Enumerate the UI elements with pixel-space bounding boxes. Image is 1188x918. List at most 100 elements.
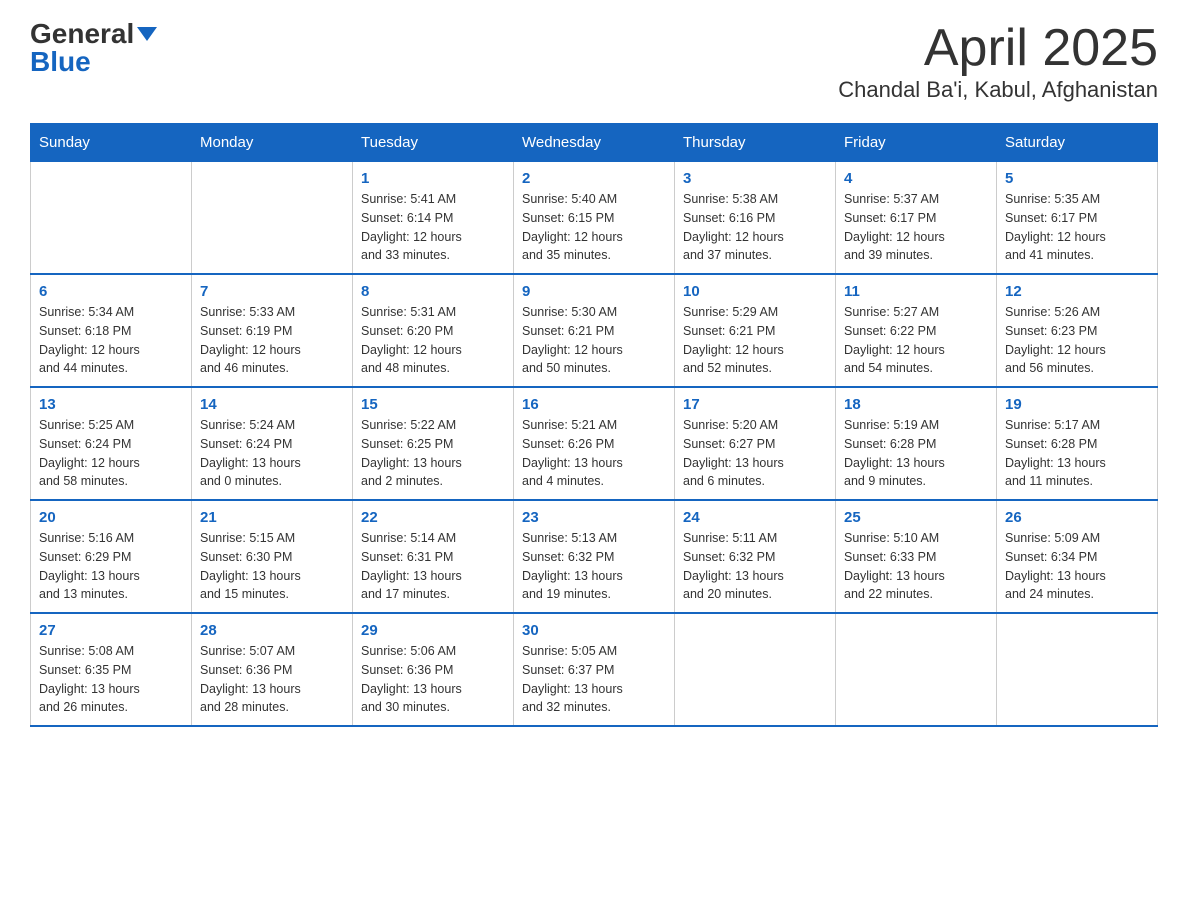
calendar-week-row: 6 Sunrise: 5:34 AM Sunset: 6:18 PM Daylig… xyxy=(31,274,1158,387)
calendar-week-row: 13 Sunrise: 5:25 AM Sunset: 6:24 PM Dayli… xyxy=(31,387,1158,500)
day-number: 20 xyxy=(39,509,183,526)
day-info: Sunrise: 5:05 AM Sunset: 6:37 PM Dayligh… xyxy=(522,642,666,717)
calendar-cell xyxy=(997,613,1158,726)
calendar-cell xyxy=(675,613,836,726)
calendar-cell: 6 Sunrise: 5:34 AM Sunset: 6:18 PM Daylig… xyxy=(31,274,192,387)
page-subtitle: Chandal Ba'i, Kabul, Afghanistan xyxy=(838,77,1158,103)
day-info: Sunrise: 5:41 AM Sunset: 6:14 PM Dayligh… xyxy=(361,190,505,265)
day-info: Sunrise: 5:17 AM Sunset: 6:28 PM Dayligh… xyxy=(1005,416,1149,491)
day-info: Sunrise: 5:30 AM Sunset: 6:21 PM Dayligh… xyxy=(522,303,666,378)
day-info: Sunrise: 5:38 AM Sunset: 6:16 PM Dayligh… xyxy=(683,190,827,265)
calendar-cell: 27 Sunrise: 5:08 AM Sunset: 6:35 PM Dayli… xyxy=(31,613,192,726)
calendar-cell: 20 Sunrise: 5:16 AM Sunset: 6:29 PM Dayli… xyxy=(31,500,192,613)
calendar-cell: 10 Sunrise: 5:29 AM Sunset: 6:21 PM Dayli… xyxy=(675,274,836,387)
day-number: 13 xyxy=(39,396,183,413)
calendar-cell xyxy=(836,613,997,726)
day-number: 24 xyxy=(683,509,827,526)
weekday-header-thursday: Thursday xyxy=(675,124,836,162)
day-number: 10 xyxy=(683,283,827,300)
day-info: Sunrise: 5:08 AM Sunset: 6:35 PM Dayligh… xyxy=(39,642,183,717)
calendar-cell: 26 Sunrise: 5:09 AM Sunset: 6:34 PM Dayli… xyxy=(997,500,1158,613)
day-info: Sunrise: 5:22 AM Sunset: 6:25 PM Dayligh… xyxy=(361,416,505,491)
day-number: 9 xyxy=(522,283,666,300)
day-info: Sunrise: 5:07 AM Sunset: 6:36 PM Dayligh… xyxy=(200,642,344,717)
day-number: 17 xyxy=(683,396,827,413)
page-title: April 2025 xyxy=(838,20,1158,77)
logo: General Blue xyxy=(30,20,157,76)
day-info: Sunrise: 5:14 AM Sunset: 6:31 PM Dayligh… xyxy=(361,529,505,604)
calendar-cell: 29 Sunrise: 5:06 AM Sunset: 6:36 PM Dayli… xyxy=(353,613,514,726)
day-number: 14 xyxy=(200,396,344,413)
weekday-header-sunday: Sunday xyxy=(31,124,192,162)
day-info: Sunrise: 5:29 AM Sunset: 6:21 PM Dayligh… xyxy=(683,303,827,378)
day-info: Sunrise: 5:20 AM Sunset: 6:27 PM Dayligh… xyxy=(683,416,827,491)
day-number: 19 xyxy=(1005,396,1149,413)
day-info: Sunrise: 5:21 AM Sunset: 6:26 PM Dayligh… xyxy=(522,416,666,491)
calendar-cell: 13 Sunrise: 5:25 AM Sunset: 6:24 PM Dayli… xyxy=(31,387,192,500)
calendar-header-row: SundayMondayTuesdayWednesdayThursdayFrid… xyxy=(31,124,1158,162)
weekday-header-wednesday: Wednesday xyxy=(514,124,675,162)
day-info: Sunrise: 5:10 AM Sunset: 6:33 PM Dayligh… xyxy=(844,529,988,604)
calendar-cell: 1 Sunrise: 5:41 AM Sunset: 6:14 PM Daylig… xyxy=(353,162,514,275)
day-number: 3 xyxy=(683,170,827,187)
day-number: 26 xyxy=(1005,509,1149,526)
day-info: Sunrise: 5:06 AM Sunset: 6:36 PM Dayligh… xyxy=(361,642,505,717)
weekday-header-saturday: Saturday xyxy=(997,124,1158,162)
calendar-cell: 21 Sunrise: 5:15 AM Sunset: 6:30 PM Dayli… xyxy=(192,500,353,613)
day-info: Sunrise: 5:31 AM Sunset: 6:20 PM Dayligh… xyxy=(361,303,505,378)
calendar-week-row: 27 Sunrise: 5:08 AM Sunset: 6:35 PM Dayli… xyxy=(31,613,1158,726)
calendar-cell: 3 Sunrise: 5:38 AM Sunset: 6:16 PM Daylig… xyxy=(675,162,836,275)
calendar-cell: 17 Sunrise: 5:20 AM Sunset: 6:27 PM Dayli… xyxy=(675,387,836,500)
day-number: 27 xyxy=(39,622,183,639)
calendar-cell: 16Sunrise: 5:21 AM Sunset: 6:26 PM Dayli… xyxy=(514,387,675,500)
calendar-cell xyxy=(31,162,192,275)
calendar-cell: 7Sunrise: 5:33 AM Sunset: 6:19 PM Daylig… xyxy=(192,274,353,387)
day-number: 30 xyxy=(522,622,666,639)
day-number: 23 xyxy=(522,509,666,526)
calendar-cell: 11Sunrise: 5:27 AM Sunset: 6:22 PM Dayli… xyxy=(836,274,997,387)
title-area: April 2025 Chandal Ba'i, Kabul, Afghanis… xyxy=(838,20,1158,103)
day-number: 25 xyxy=(844,509,988,526)
calendar-cell xyxy=(192,162,353,275)
logo-general: General xyxy=(30,20,134,48)
day-info: Sunrise: 5:40 AM Sunset: 6:15 PM Dayligh… xyxy=(522,190,666,265)
day-number: 11 xyxy=(844,283,988,300)
day-info: Sunrise: 5:09 AM Sunset: 6:34 PM Dayligh… xyxy=(1005,529,1149,604)
calendar-cell: 24Sunrise: 5:11 AM Sunset: 6:32 PM Dayli… xyxy=(675,500,836,613)
day-number: 5 xyxy=(1005,170,1149,187)
calendar-cell: 22 Sunrise: 5:14 AM Sunset: 6:31 PM Dayli… xyxy=(353,500,514,613)
calendar-table: SundayMondayTuesdayWednesdayThursdayFrid… xyxy=(30,123,1158,727)
day-info: Sunrise: 5:16 AM Sunset: 6:29 PM Dayligh… xyxy=(39,529,183,604)
day-number: 4 xyxy=(844,170,988,187)
day-number: 2 xyxy=(522,170,666,187)
calendar-cell: 14Sunrise: 5:24 AM Sunset: 6:24 PM Dayli… xyxy=(192,387,353,500)
day-info: Sunrise: 5:34 AM Sunset: 6:18 PM Dayligh… xyxy=(39,303,183,378)
calendar-cell: 8 Sunrise: 5:31 AM Sunset: 6:20 PM Daylig… xyxy=(353,274,514,387)
day-info: Sunrise: 5:25 AM Sunset: 6:24 PM Dayligh… xyxy=(39,416,183,491)
day-info: Sunrise: 5:26 AM Sunset: 6:23 PM Dayligh… xyxy=(1005,303,1149,378)
calendar-cell: 2 Sunrise: 5:40 AM Sunset: 6:15 PM Daylig… xyxy=(514,162,675,275)
calendar-cell: 19 Sunrise: 5:17 AM Sunset: 6:28 PM Dayli… xyxy=(997,387,1158,500)
calendar-week-row: 20 Sunrise: 5:16 AM Sunset: 6:29 PM Dayli… xyxy=(31,500,1158,613)
day-info: Sunrise: 5:15 AM Sunset: 6:30 PM Dayligh… xyxy=(200,529,344,604)
calendar-week-row: 1 Sunrise: 5:41 AM Sunset: 6:14 PM Daylig… xyxy=(31,162,1158,275)
day-number: 15 xyxy=(361,396,505,413)
calendar-cell: 28 Sunrise: 5:07 AM Sunset: 6:36 PM Dayli… xyxy=(192,613,353,726)
calendar-cell: 4 Sunrise: 5:37 AM Sunset: 6:17 PM Daylig… xyxy=(836,162,997,275)
calendar-cell: 12Sunrise: 5:26 AM Sunset: 6:23 PM Dayli… xyxy=(997,274,1158,387)
calendar-cell: 23Sunrise: 5:13 AM Sunset: 6:32 PM Dayli… xyxy=(514,500,675,613)
day-number: 18 xyxy=(844,396,988,413)
day-number: 21 xyxy=(200,509,344,526)
day-number: 8 xyxy=(361,283,505,300)
day-number: 1 xyxy=(361,170,505,187)
logo-triangle-icon xyxy=(137,27,157,41)
day-number: 6 xyxy=(39,283,183,300)
day-info: Sunrise: 5:35 AM Sunset: 6:17 PM Dayligh… xyxy=(1005,190,1149,265)
weekday-header-tuesday: Tuesday xyxy=(353,124,514,162)
day-number: 22 xyxy=(361,509,505,526)
day-number: 28 xyxy=(200,622,344,639)
day-number: 29 xyxy=(361,622,505,639)
logo-blue: Blue xyxy=(30,48,91,76)
calendar-cell: 18Sunrise: 5:19 AM Sunset: 6:28 PM Dayli… xyxy=(836,387,997,500)
day-info: Sunrise: 5:37 AM Sunset: 6:17 PM Dayligh… xyxy=(844,190,988,265)
